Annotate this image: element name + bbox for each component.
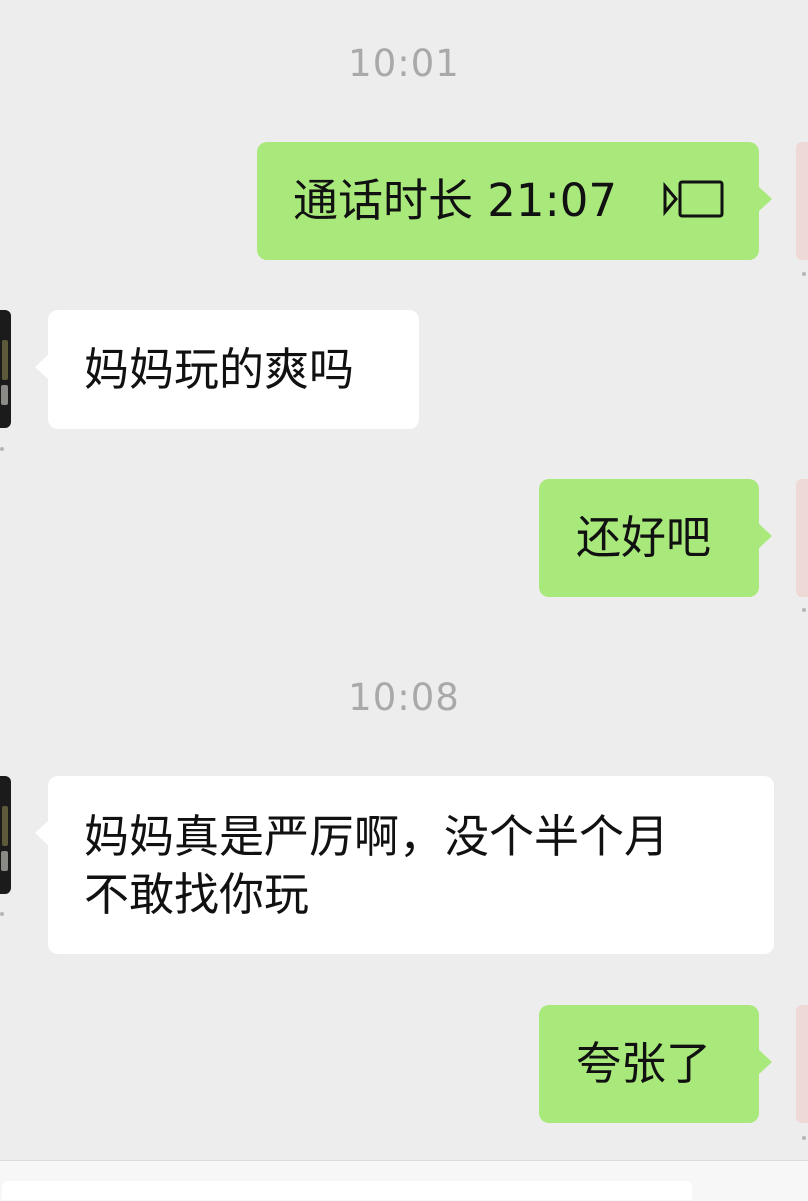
call-record-bubble[interactable]: 通话时长 21:07	[257, 142, 772, 260]
message-input[interactable]	[2, 1181, 692, 1200]
status-dot	[802, 1136, 806, 1140]
my-avatar[interactable]	[796, 142, 808, 260]
status-dot	[0, 447, 4, 451]
timestamp: 10:01	[348, 42, 460, 85]
call-duration-text: 通话时长 21:07	[293, 174, 617, 227]
message-bubble-outgoing[interactable]: 还好吧	[539, 479, 772, 597]
message-bubble-outgoing[interactable]: 夸张了	[539, 1005, 772, 1123]
video-call-icon	[663, 175, 725, 233]
message-text-line: 妈妈真是严厉啊，没个半个月	[84, 810, 670, 863]
status-dot	[802, 272, 806, 276]
message-bubble-incoming[interactable]: 妈妈玩的爽吗	[35, 310, 419, 429]
my-avatar[interactable]	[796, 1005, 808, 1123]
my-avatar[interactable]	[796, 479, 808, 597]
status-dot	[802, 608, 806, 612]
message-text: 妈妈玩的爽吗	[84, 343, 355, 396]
message-text: 还好吧	[576, 511, 712, 564]
timestamp: 10:08	[348, 676, 460, 719]
message-bubble-incoming[interactable]: 妈妈真是严厉啊，没个半个月 不敢找你玩	[35, 776, 774, 954]
message-text: 夸张了	[576, 1037, 712, 1090]
message-text-line: 不敢找你玩	[84, 868, 310, 921]
contact-avatar[interactable]	[0, 310, 11, 428]
contact-avatar[interactable]	[0, 776, 11, 894]
status-dot	[0, 912, 4, 916]
